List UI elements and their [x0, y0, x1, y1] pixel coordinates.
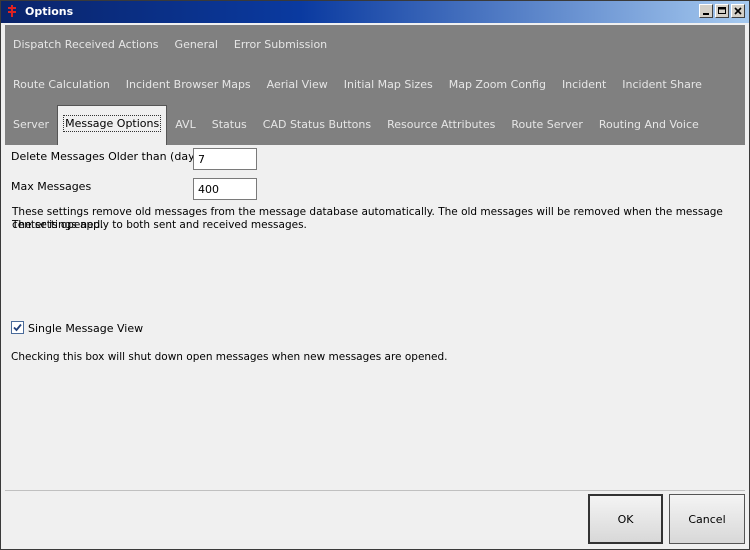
window-controls — [699, 4, 745, 18]
tab-map-zoom-config[interactable]: Map Zoom Config — [441, 65, 554, 105]
tab-status[interactable]: Status — [204, 105, 255, 145]
single-message-view-note: Checking this box will shut down open me… — [11, 351, 448, 363]
tab-error-submission[interactable]: Error Submission — [226, 25, 335, 65]
ok-button[interactable]: OK — [588, 494, 663, 544]
tab-resource-attributes[interactable]: Resource Attributes — [379, 105, 503, 145]
delete-days-input[interactable] — [193, 148, 257, 170]
title-bar[interactable]: Options — [1, 1, 749, 23]
single-message-view-label[interactable]: Single Message View — [28, 322, 143, 335]
maximize-icon — [718, 7, 726, 14]
tab-route-server[interactable]: Route Server — [503, 105, 591, 145]
tab-server[interactable]: Server — [5, 105, 57, 145]
dialog-footer: OK Cancel — [5, 491, 745, 547]
tab-row-2: Route Calculation Incident Browser Maps … — [5, 65, 710, 105]
tab-aerial-view[interactable]: Aerial View — [259, 65, 336, 105]
max-messages-label: Max Messages — [11, 180, 92, 193]
single-message-view-checkbox[interactable] — [11, 321, 24, 334]
maximize-button[interactable] — [715, 4, 729, 18]
tab-message-options[interactable]: Message Options — [57, 105, 168, 145]
tab-route-calculation[interactable]: Route Calculation — [5, 65, 118, 105]
tab-cad-status-buttons[interactable]: CAD Status Buttons — [255, 105, 379, 145]
tab-general[interactable]: General — [167, 25, 226, 65]
tab-message-options-label: Message Options — [63, 115, 162, 132]
minimize-button[interactable] — [699, 4, 713, 18]
checkmark-icon — [13, 323, 22, 332]
message-options-panel: Delete Messages Older than (days) Max Me… — [5, 145, 745, 491]
max-messages-input[interactable] — [193, 178, 257, 200]
tab-row-3: Server Message Options AVL Status CAD St… — [5, 105, 707, 145]
tab-incident[interactable]: Incident — [554, 65, 614, 105]
window-title: Options — [25, 5, 74, 18]
auto-remove-note-line-2: The settings apply to both sent and rece… — [12, 219, 307, 231]
minimize-icon — [703, 13, 709, 15]
delete-days-label: Delete Messages Older than (days) — [11, 150, 205, 163]
tab-incident-browser-maps[interactable]: Incident Browser Maps — [118, 65, 259, 105]
app-icon — [8, 5, 16, 17]
options-window: Options Dispatch Received Actions Genera… — [0, 0, 750, 550]
cancel-button[interactable]: Cancel — [669, 494, 745, 544]
tab-row-1: Dispatch Received Actions General Error … — [5, 25, 335, 65]
tab-strip: Dispatch Received Actions General Error … — [5, 25, 745, 145]
tab-dispatch-received-actions[interactable]: Dispatch Received Actions — [5, 25, 167, 65]
tab-routing-and-voice[interactable]: Routing And Voice — [591, 105, 707, 145]
tab-initial-map-sizes[interactable]: Initial Map Sizes — [336, 65, 441, 105]
close-icon — [734, 7, 742, 15]
tab-avl[interactable]: AVL — [167, 105, 203, 145]
close-button[interactable] — [731, 4, 745, 18]
tab-incident-share[interactable]: Incident Share — [614, 65, 710, 105]
